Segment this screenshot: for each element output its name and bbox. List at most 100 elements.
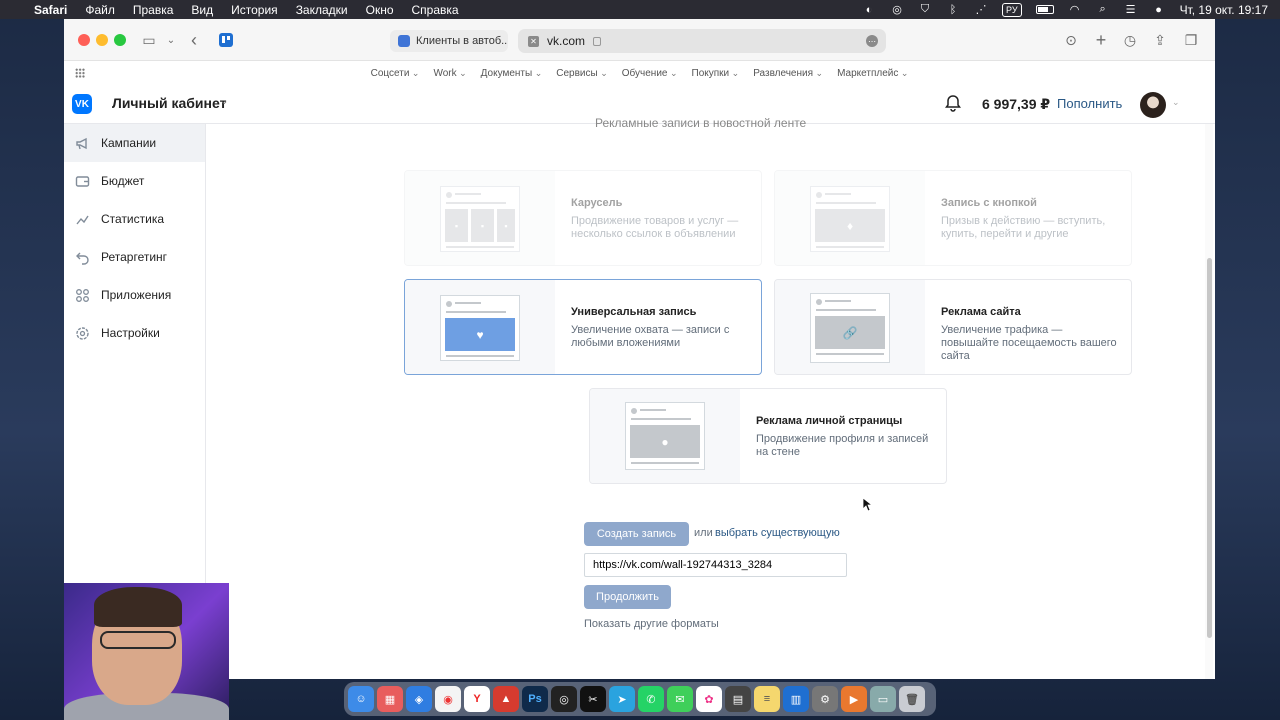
menu-file[interactable]: Файл — [85, 3, 115, 17]
vk-logo[interactable]: VK — [72, 94, 92, 114]
system-settings-icon[interactable]: ⚙ — [812, 686, 838, 712]
carousel-mockup-icon: ▪ ▪ ▪ — [440, 186, 520, 252]
shield-icon[interactable]: ⛉ — [918, 3, 932, 16]
sound-icon[interactable]: ⋰ — [974, 4, 988, 16]
launchpad-icon[interactable]: ▦ — [377, 686, 403, 712]
whatsapp-icon[interactable]: ✆ — [638, 686, 664, 712]
sidebar-menu-chevron-icon[interactable]: ⌄ — [161, 30, 181, 50]
back-icon[interactable]: ‹ — [184, 30, 204, 50]
calculator-icon[interactable]: ▤ — [725, 686, 751, 712]
safari-window: ▭ ⌄ ‹ Клиенты в автоб... ✕ vk.com ⋯ ⊙ + … — [64, 19, 1215, 679]
webcam-overlay — [64, 583, 229, 720]
menu-edit[interactable]: Правка — [133, 3, 174, 17]
tab-overview-icon[interactable]: ❐ — [1181, 30, 1201, 50]
search-icon[interactable]: ⌕ — [1096, 3, 1110, 16]
chevron-down-icon[interactable]: ⌄ — [220, 96, 228, 107]
sidebar-item-apps[interactable]: Приложения — [64, 276, 205, 314]
status-chrome-icon[interactable]: ◎ — [890, 4, 904, 16]
show-other-formats-link[interactable]: Показать другие форматы — [584, 618, 719, 630]
tab-favicon-icon — [398, 35, 410, 47]
downloads-icon[interactable]: ⊙ — [1061, 30, 1081, 50]
wifi-icon[interactable]: ◠ — [1068, 4, 1082, 16]
menu-view[interactable]: Вид — [191, 3, 213, 17]
page-menu-icon[interactable]: ⋯ — [866, 35, 878, 47]
format-card-website-ad[interactable]: 🔗 Реклама сайта Увеличение трафика — пов… — [774, 279, 1132, 375]
sidebar-item-budget[interactable]: Бюджет — [64, 162, 205, 200]
format-card-personal-page[interactable]: ● Реклама личной страницы Продвижение пр… — [589, 388, 947, 484]
siri-icon[interactable]: ● — [1152, 4, 1166, 16]
status-app-icon[interactable]: ◐ — [862, 4, 876, 16]
safari-icon[interactable]: ◈ — [406, 686, 432, 712]
preview-icon[interactable]: ▭ — [870, 686, 896, 712]
bookmark-folder[interactable]: Документы — [481, 68, 543, 79]
cabinet-title[interactable]: Личный кабинет — [112, 95, 226, 111]
photos-icon[interactable]: ✿ — [696, 686, 722, 712]
photoshop-icon[interactable]: Ps — [522, 686, 548, 712]
trello-extension-icon[interactable] — [216, 30, 236, 50]
profile-mockup-icon: ● — [625, 402, 705, 470]
bluetooth-icon[interactable]: ᛒ — [946, 4, 960, 16]
close-window-button[interactable] — [78, 34, 90, 46]
input-language-indicator[interactable]: РУ — [1002, 2, 1022, 17]
sidebar-item-statistics[interactable]: Статистика — [64, 200, 205, 238]
sidebar-item-settings[interactable]: Настройки — [64, 314, 205, 352]
menu-app-safari[interactable]: Safari — [34, 3, 67, 17]
continue-button[interactable]: Продолжить — [584, 585, 671, 609]
control-center-icon[interactable]: ☰ — [1124, 4, 1138, 16]
address-bar[interactable]: ✕ vk.com ⋯ — [518, 29, 886, 53]
history-icon[interactable]: ◷ — [1120, 30, 1140, 50]
chevron-down-icon[interactable]: ⌄ — [1172, 97, 1180, 108]
page-scrollbar[interactable] — [1205, 124, 1213, 679]
bookmark-folder[interactable]: Соцсети — [371, 68, 420, 79]
bookmark-folder[interactable]: Обучение — [622, 68, 678, 79]
obs-icon[interactable]: ◎ — [551, 686, 577, 712]
bookmark-folder[interactable]: Сервисы — [556, 68, 607, 79]
close-tab-icon[interactable]: ✕ — [528, 35, 539, 47]
finder-icon[interactable]: ☺ — [348, 686, 374, 712]
scrollbar-thumb[interactable] — [1207, 258, 1212, 638]
format-card-carousel[interactable]: ▪ ▪ ▪ Карусель Продвижение товаров и услуг… — [404, 170, 762, 266]
infuse-icon[interactable]: ▶ — [841, 686, 867, 712]
format-preview: 🔗 — [775, 280, 925, 374]
share-icon[interactable]: ⇪ — [1150, 30, 1170, 50]
macos-dock: ☺ ▦ ◈ ◉ Y ▲ Ps ◎ ✂ ➤ ✆ ✉ ✿ ▤ ≡ ▥ ⚙ ▶ ▭ 🗑 — [344, 682, 936, 716]
menu-history[interactable]: История — [231, 3, 278, 17]
format-preview: ♦ — [775, 171, 925, 265]
zoom-window-button[interactable] — [114, 34, 126, 46]
bookmark-folder[interactable]: Развлечения — [753, 68, 823, 79]
sidebar-item-campaigns[interactable]: Кампании — [64, 124, 205, 162]
post-url-input[interactable] — [584, 553, 847, 577]
menu-window[interactable]: Окно — [366, 3, 394, 17]
minimize-window-button[interactable] — [96, 34, 108, 46]
bookmark-folder[interactable]: Маркетплейс — [837, 68, 908, 79]
tab-clients[interactable]: Клиенты в автоб... — [390, 30, 508, 52]
capcut-icon[interactable]: ✂ — [580, 686, 606, 712]
trello-icon[interactable]: ▥ — [783, 686, 809, 712]
create-post-button[interactable]: Создать запись — [584, 522, 689, 546]
battery-icon[interactable] — [1035, 5, 1054, 14]
format-preview: ● — [590, 389, 740, 483]
topup-link[interactable]: Пополнить — [1057, 96, 1122, 111]
trash-icon[interactable]: 🗑 — [899, 686, 925, 712]
avatar[interactable] — [1140, 92, 1166, 118]
messages-icon[interactable]: ✉ — [667, 686, 693, 712]
bookmark-folder[interactable]: Work — [433, 68, 466, 79]
bookmark-folder[interactable]: Покупки — [692, 68, 740, 79]
bell-icon[interactable] — [944, 94, 962, 112]
settings-icon — [75, 326, 90, 341]
menu-bookmarks[interactable]: Закладки — [296, 3, 348, 17]
menubar-datetime[interactable]: Чт, 19 окт. 19:17 — [1180, 3, 1268, 17]
yandex-browser-icon[interactable]: Y — [464, 686, 490, 712]
notes-icon[interactable]: ≡ — [754, 686, 780, 712]
sidebar-item-retargeting[interactable]: Ретаргетинг — [64, 238, 205, 276]
choose-existing-link[interactable]: выбрать существующую — [715, 527, 840, 539]
new-tab-icon[interactable]: + — [1091, 30, 1111, 50]
apps-grid-icon[interactable] — [75, 68, 85, 78]
sidebar-toggle-icon[interactable]: ▭ — [139, 30, 159, 50]
format-card-button-post[interactable]: ♦ Запись с кнопкой Призыв к действию — в… — [774, 170, 1132, 266]
chrome-icon[interactable]: ◉ — [435, 686, 461, 712]
format-card-universal-post[interactable]: ♥ Универсальная запись Увеличение охвата… — [404, 279, 762, 375]
telegram-icon[interactable]: ➤ — [609, 686, 635, 712]
menu-help[interactable]: Справка — [412, 3, 459, 17]
app-red-icon[interactable]: ▲ — [493, 686, 519, 712]
